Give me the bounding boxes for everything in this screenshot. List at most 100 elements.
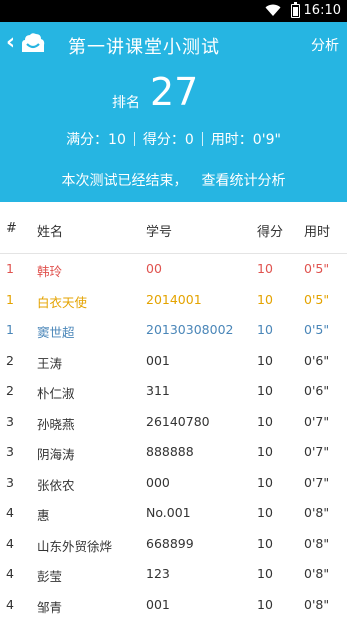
table-row[interactable]: 1 白衣天使 2014001 10 0'5" [0,285,347,316]
cell-rank: 1 [6,322,14,337]
cell-score: 10 [257,505,273,520]
cell-score: 10 [257,535,273,551]
full-score-stat: 满分：10 [66,132,126,148]
cell-student-id: 00 [146,261,162,276]
table-row[interactable]: 2 王涛 001 10 0'6" [0,346,347,377]
page-title: 第一讲课堂小测试 [68,37,220,58]
quiz-ended-notice: 本次测试已经结束， 查看统计分析 [0,170,347,190]
battery-icon [291,2,300,18]
nav-bar: ‹ 第一讲课堂小测试 分析 [0,22,347,66]
view-statistics-link[interactable]: 查看统计分析 [202,173,286,189]
cell-time: 0'5" [304,261,330,276]
cell-rank: 4 [6,505,14,520]
cell-rank: 2 [6,352,14,368]
table-row[interactable]: 4 惠 No.001 10 0'8" [0,498,347,529]
table-row[interactable]: 3 张依农 000 10 0'7" [0,468,347,499]
cell-score: 10 [257,291,273,307]
cell-rank: 3 [6,474,14,490]
time-used-stat: 用时：0'9" [210,132,281,148]
ranking-table: # 姓名 学号 得分 用时 1 韩玲 00 10 0'5" 1 白衣天使 201… [0,202,347,619]
cell-time: 0'8" [304,596,330,612]
cell-score: 10 [257,444,273,459]
table-row[interactable]: 1 韩玲 00 10 0'5" [0,254,347,285]
cell-name: 窦世超 [37,325,75,340]
divider [201,132,203,146]
table-row[interactable]: 3 孙晓燕 26140780 10 0'7" [0,407,347,438]
cell-time: 0'8" [304,566,330,581]
cell-student-id: 668899 [146,535,194,551]
cell-student-id: 001 [146,596,170,612]
scroll-fade [0,611,347,619]
cell-time: 0'8" [304,535,330,551]
cell-student-id: 311 [146,383,170,398]
cell-rank: 2 [6,383,14,398]
cell-score: 10 [257,261,273,276]
cell-score: 10 [257,322,273,337]
cell-student-id: 000 [146,474,170,490]
cell-score: 10 [257,596,273,612]
cell-student-id: 001 [146,352,170,368]
cell-time: 0'7" [304,444,330,459]
column-header-name: 姓名 [37,225,64,240]
table-row[interactable]: 4 彭莹 123 10 0'8" [0,559,347,590]
app-logo-icon [20,32,46,58]
cell-name: 朴仁淑 [37,386,75,401]
table-row[interactable]: 2 朴仁淑 311 10 0'6" [0,376,347,407]
cell-name: 阴海涛 [37,447,75,462]
cell-rank: 3 [6,444,14,459]
cell-score: 10 [257,474,273,490]
cell-time: 0'5" [304,322,330,337]
column-header-student-id: 学号 [146,225,173,240]
column-header-score: 得分 [257,225,284,240]
cell-student-id: No.001 [146,505,191,520]
cell-score: 10 [257,383,273,398]
quiz-header: ‹ 第一讲课堂小测试 分析 排名 27 满分：10 得分：0 用时：0'9" 本次测… [0,22,347,202]
back-chevron-icon: ‹ [6,30,16,55]
cell-rank: 1 [6,261,14,276]
cell-time: 0'6" [304,352,330,368]
table-header: # 姓名 学号 得分 用时 [0,202,347,254]
wifi-icon [265,4,281,21]
cell-time: 0'6" [304,383,330,398]
cell-rank: 3 [6,413,14,429]
analyze-button[interactable]: 分析 [311,35,339,55]
cell-rank: 4 [6,596,14,612]
cell-score: 10 [257,352,273,368]
back-button[interactable]: ‹ [6,30,54,58]
cell-name: 韩玲 [37,264,63,279]
cell-score: 10 [257,566,273,581]
divider [133,132,135,146]
cell-time: 0'7" [304,413,330,429]
rank-label: 排名 [112,95,140,111]
cell-student-id: 2014001 [146,291,202,307]
rank-value: 27 [150,70,199,114]
cell-time: 0'8" [304,505,330,520]
cell-score: 10 [257,413,273,429]
cell-name: 白衣天使 [37,294,88,310]
status-bar: 16:10 [0,0,347,22]
column-header-rank: # [6,221,17,236]
cell-time: 0'5" [304,291,330,307]
table-row[interactable]: 1 窦世超 20130308002 10 0'5" [0,315,347,346]
cell-rank: 1 [6,291,14,307]
cell-student-id: 123 [146,566,170,581]
cell-student-id: 888888 [146,444,194,459]
score-stat: 得分：0 [142,132,194,148]
cell-name: 彭莹 [37,569,63,584]
cell-name: 孙晓燕 [37,416,75,432]
cell-name: 惠 [37,508,50,523]
cell-name: 王涛 [37,355,63,371]
status-time: 16:10 [303,3,341,18]
table-row[interactable]: 4 山东外贸徐烨 668899 10 0'8" [0,529,347,560]
column-header-time: 用时 [304,225,331,240]
cell-rank: 4 [6,566,14,581]
table-row[interactable]: 3 阴海涛 888888 10 0'7" [0,437,347,468]
cell-student-id: 26140780 [146,413,210,429]
cell-time: 0'7" [304,474,330,490]
cell-student-id: 20130308002 [146,322,234,337]
ended-text: 本次测试已经结束， [61,173,188,189]
cell-name: 山东外贸徐烨 [37,538,113,554]
cell-name: 张依农 [37,477,75,493]
score-stats: 满分：10 得分：0 用时：0'9" [0,129,347,149]
cell-rank: 4 [6,535,14,551]
